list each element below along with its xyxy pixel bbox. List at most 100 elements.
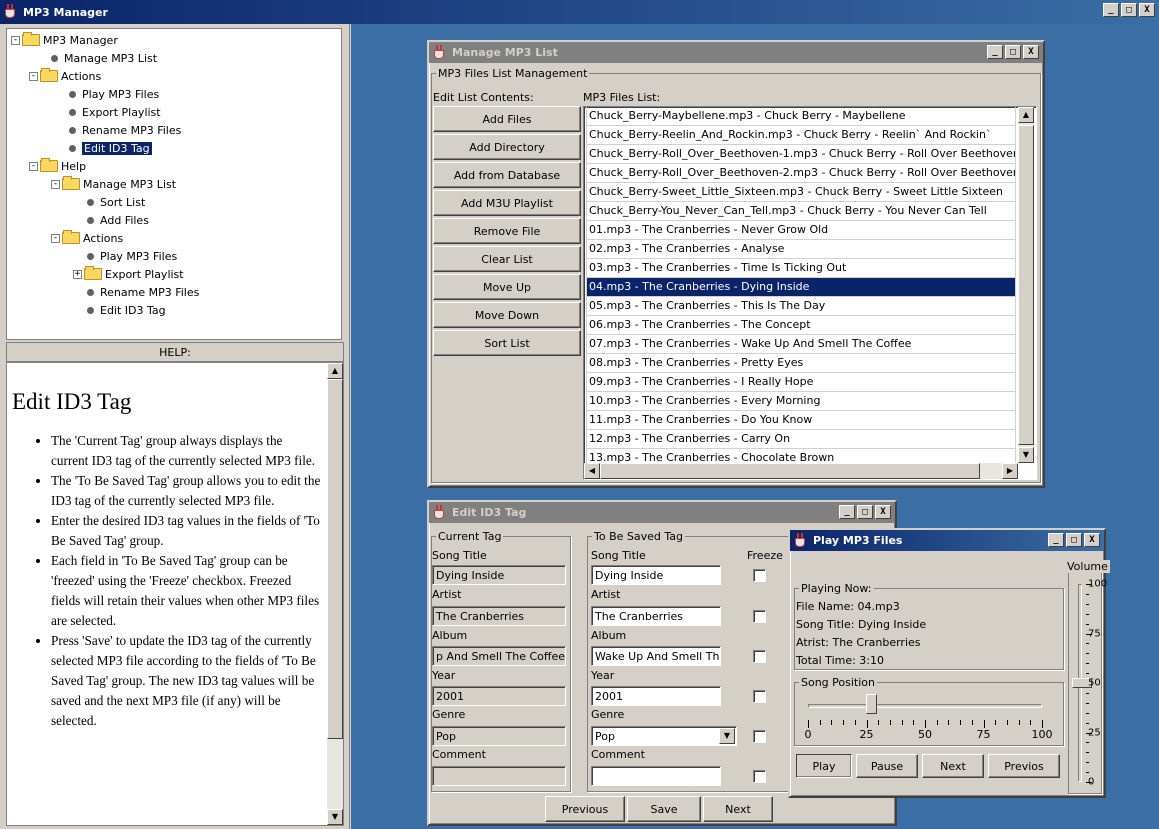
list-item[interactable]: 06.mp3 - The Cranberries - The Concept <box>586 316 1016 335</box>
scroll-thumb[interactable] <box>1018 125 1034 445</box>
tree-item-help[interactable]: - Help <box>29 157 86 175</box>
list-item[interactable]: Chuck_Berry-Roll_Over_Beethoven-2.mp3 - … <box>586 164 1016 183</box>
saved-artist-input[interactable]: The Cranberries <box>591 606 721 626</box>
tree-item-rename-mp3-files[interactable]: Rename MP3 Files <box>65 121 181 139</box>
list-item[interactable]: 02.mp3 - The Cranberries - Analyse <box>586 240 1016 259</box>
close-button[interactable]: X <box>1023 45 1039 59</box>
scroll-up-icon[interactable]: ▲ <box>327 363 343 379</box>
list-item[interactable]: Chuck_Berry-You_Never_Can_Tell.mp3 - Chu… <box>586 202 1016 221</box>
list-item[interactable]: 01.mp3 - The Cranberries - Never Grow Ol… <box>586 221 1016 240</box>
slider-thumb[interactable] <box>866 694 878 714</box>
collapse-icon[interactable]: - <box>51 233 60 243</box>
list-item[interactable]: Chuck_Berry-Roll_Over_Beethoven-1.mp3 - … <box>586 145 1016 164</box>
save-button[interactable]: Save <box>627 796 701 822</box>
freeze-album-checkbox[interactable] <box>753 650 766 663</box>
previous-button[interactable]: Previous <box>545 796 625 822</box>
scroll-up-icon[interactable]: ▲ <box>1018 107 1034 123</box>
restore-button[interactable]: □ <box>1121 3 1137 17</box>
list-item[interactable]: Chuck_Berry-Sweet_Little_Sixteen.mp3 - C… <box>586 183 1016 202</box>
song-position-slider[interactable]: 0 25 50 75 100 <box>804 692 1053 742</box>
tree-item-help-edit-id3-tag[interactable]: Edit ID3 Tag <box>83 301 166 319</box>
add-from-database-button[interactable]: Add from Database <box>433 162 581 188</box>
list-item[interactable]: 03.mp3 - The Cranberries - Time Is Ticki… <box>586 259 1016 278</box>
freeze-artist-checkbox[interactable] <box>753 610 766 623</box>
sort-list-button[interactable]: Sort List <box>433 330 581 356</box>
maximize-button[interactable]: □ <box>857 505 873 519</box>
move-down-button[interactable]: Move Down <box>433 302 581 328</box>
clear-list-button[interactable]: Clear List <box>433 246 581 272</box>
freeze-song-title-checkbox[interactable] <box>753 569 766 582</box>
help-scrollbar[interactable]: ▲ ▼ <box>327 363 343 825</box>
add-m3u-playlist-button[interactable]: Add M3U Playlist <box>433 190 581 216</box>
saved-year-input[interactable]: 2001 <box>591 686 721 706</box>
dropdown-arrow-icon[interactable]: ▼ <box>719 728 735 744</box>
freeze-genre-checkbox[interactable] <box>753 730 766 743</box>
previous-track-button[interactable]: Previos <box>988 754 1060 778</box>
minimize-button[interactable]: _ <box>1103 3 1119 17</box>
move-up-button[interactable]: Move Up <box>433 274 581 300</box>
add-files-button[interactable]: Add Files <box>433 106 581 132</box>
tree-item-sort-list[interactable]: Sort List <box>83 193 145 211</box>
remove-file-button[interactable]: Remove File <box>433 218 581 244</box>
tree-item-help-actions[interactable]: - Actions <box>51 229 123 247</box>
list-item[interactable]: 09.mp3 - The Cranberries - I Really Hope <box>586 373 1016 392</box>
scroll-thumb[interactable] <box>600 463 980 479</box>
list-item[interactable]: 05.mp3 - The Cranberries - This Is The D… <box>586 297 1016 316</box>
navigation-tree[interactable]: - MP3 Manager Manage MP3 List - Actions … <box>6 28 342 340</box>
maximize-button[interactable]: □ <box>1005 45 1021 59</box>
tree-item-edit-id3-tag[interactable]: Edit ID3 Tag <box>65 139 152 157</box>
scroll-thumb[interactable] <box>327 379 343 739</box>
collapse-icon[interactable]: - <box>29 161 38 171</box>
saved-song-title-input[interactable]: Dying Inside <box>591 565 721 585</box>
freeze-year-checkbox[interactable] <box>753 690 766 703</box>
list-item[interactable]: 07.mp3 - The Cranberries - Wake Up And S… <box>586 335 1016 354</box>
collapse-icon[interactable]: - <box>51 179 60 189</box>
list-item[interactable]: Chuck_Berry-Reelin_And_Rockin.mp3 - Chuc… <box>586 126 1016 145</box>
list-vscrollbar[interactable]: ▲ ▼ <box>1018 107 1034 463</box>
tree-item-help-play-mp3-files[interactable]: Play MP3 Files <box>83 247 177 265</box>
tree-item-manage-mp3-list[interactable]: Manage MP3 List <box>47 49 157 67</box>
collapse-icon[interactable]: - <box>11 35 20 45</box>
list-item[interactable]: 10.mp3 - The Cranberries - Every Morning <box>586 392 1016 411</box>
freeze-comment-checkbox[interactable] <box>753 770 766 783</box>
saved-comment-input[interactable] <box>591 766 721 786</box>
close-button[interactable]: X <box>1084 533 1100 547</box>
list-hscrollbar[interactable]: ◀ ▶ <box>584 463 1018 479</box>
list-item[interactable]: 04.mp3 - The Cranberries - Dying Inside <box>586 278 1016 297</box>
list-item[interactable]: Chuck_Berry-Maybellene.mp3 - Chuck Berry… <box>586 107 1016 126</box>
next-button[interactable]: Next <box>703 796 773 822</box>
tree-item-export-playlist[interactable]: Export Playlist <box>65 103 161 121</box>
collapse-icon[interactable]: - <box>29 71 38 81</box>
tree-item-help-rename-mp3-files[interactable]: Rename MP3 Files <box>83 283 199 301</box>
tree-item-help-export-playlist[interactable]: + Export Playlist <box>73 265 184 283</box>
minimize-button[interactable]: _ <box>1048 533 1064 547</box>
maximize-button[interactable]: □ <box>1066 533 1082 547</box>
close-button[interactable]: X <box>875 505 891 519</box>
tree-item-add-files[interactable]: Add Files <box>83 211 149 229</box>
add-directory-button[interactable]: Add Directory <box>433 134 581 160</box>
list-item[interactable]: 08.mp3 - The Cranberries - Pretty Eyes <box>586 354 1016 373</box>
next-track-button[interactable]: Next <box>922 754 984 778</box>
tree-root[interactable]: - MP3 Manager <box>11 31 118 49</box>
saved-album-input[interactable]: Wake Up And Smell The <box>591 646 721 666</box>
close-button[interactable]: X <box>1139 3 1155 17</box>
play-button[interactable]: Play <box>796 754 852 778</box>
slider-tick <box>936 720 938 725</box>
minimize-button[interactable]: _ <box>987 45 1003 59</box>
tree-item-play-mp3-files[interactable]: Play MP3 Files <box>65 85 159 103</box>
tree-item-actions[interactable]: - Actions <box>29 67 101 85</box>
scroll-left-icon[interactable]: ◀ <box>584 463 600 479</box>
scroll-down-icon[interactable]: ▼ <box>1018 447 1034 463</box>
genre-select[interactable]: Pop ▼ <box>591 726 737 746</box>
list-item[interactable]: 11.mp3 - The Cranberries - Do You Know <box>586 411 1016 430</box>
scroll-right-icon[interactable]: ▶ <box>1002 463 1018 479</box>
pause-button[interactable]: Pause <box>856 754 918 778</box>
mp3-files-list[interactable]: Chuck_Berry-Maybellene.mp3 - Chuck Berry… <box>583 106 1037 480</box>
current-song-title-field: Dying Inside <box>432 565 566 585</box>
expand-icon[interactable]: + <box>73 269 82 279</box>
minimize-button[interactable]: _ <box>839 505 855 519</box>
tree-item-help-manage-mp3-list[interactable]: - Manage MP3 List <box>51 175 176 193</box>
scroll-down-icon[interactable]: ▼ <box>327 809 343 825</box>
list-item[interactable]: 12.mp3 - The Cranberries - Carry On <box>586 430 1016 449</box>
volume-slider[interactable]: 100 75 50 25 0 <box>1070 578 1107 788</box>
